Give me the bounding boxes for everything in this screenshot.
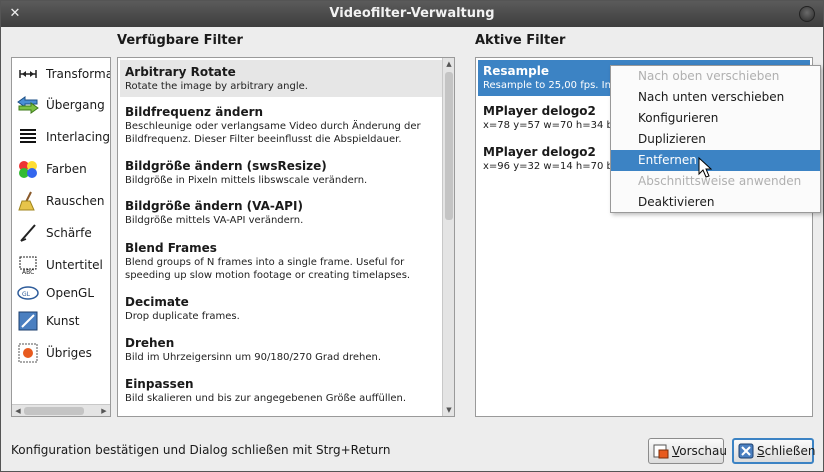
- filter-description: Blend groups of N frames into a single f…: [125, 257, 411, 281]
- category-item-opengl[interactable]: GL OpenGL: [16, 281, 94, 305]
- scroll-right-arrow-icon[interactable]: ▶: [99, 406, 109, 416]
- menu-item-deactivate[interactable]: Deaktivieren: [611, 192, 820, 213]
- scrollbar-thumb[interactable]: [445, 72, 453, 220]
- filter-name: Bildfrequenz ändern: [125, 105, 264, 119]
- category-item-sharpness[interactable]: Schärfe: [16, 221, 92, 245]
- category-label: Untertitel: [46, 258, 103, 272]
- available-filters-heading: Verfügbare Filter: [117, 33, 243, 48]
- noise-icon: [16, 190, 40, 212]
- filter-manager-window: ✕ Videofilter-Verwaltung Verfügbare Filt…: [0, 0, 824, 472]
- close-icon: [738, 443, 754, 459]
- filter-item[interactable]: Blend Frames Blend groups of N frames in…: [120, 236, 442, 286]
- scroll-left-arrow-icon[interactable]: ◀: [13, 406, 23, 416]
- menu-item-configure[interactable]: Konfigurieren: [611, 108, 820, 129]
- window-title: Videofilter-Verwaltung: [329, 6, 495, 21]
- filter-name: Arbitrary Rotate: [125, 65, 236, 79]
- window-close-button[interactable]: [799, 6, 815, 22]
- shortcut-hint: Konfiguration bestätigen und Dialog schl…: [11, 443, 391, 457]
- close-label: Schließen: [757, 444, 816, 458]
- context-menu: Nach oben verschieben Nach unten verschi…: [610, 65, 821, 213]
- category-label: Interlacing: [46, 130, 111, 144]
- filter-item[interactable]: Decimate Drop duplicate frames.: [120, 290, 442, 327]
- transform-icon: [16, 63, 40, 85]
- active-filters-heading: Aktive Filter: [475, 33, 566, 48]
- category-item-misc[interactable]: Übriges: [16, 341, 92, 365]
- category-label: Transformation: [46, 67, 111, 81]
- category-label: Farben: [46, 162, 87, 176]
- preview-button[interactable]: Vorschau: [648, 438, 727, 464]
- filter-description: Beschleunige oder verlangsame Video durc…: [125, 121, 421, 145]
- filter-name: Decimate: [125, 295, 189, 309]
- art-icon: [16, 310, 40, 332]
- preview-icon: [653, 443, 669, 459]
- category-label: Schärfe: [46, 226, 92, 240]
- interlacing-icon: [16, 126, 40, 148]
- category-item-noise[interactable]: Rauschen: [16, 189, 104, 213]
- mouse-pointer-icon: [698, 157, 712, 178]
- menu-item-apply-partial: Abschnittsweise anwenden: [638, 174, 802, 188]
- filter-description: Bildgröße mittels VA-API verändern.: [125, 215, 304, 226]
- filter-item[interactable]: Arbitrary Rotate Rotate the image by arb…: [120, 60, 442, 97]
- subtitle-icon: ABC: [16, 254, 40, 276]
- menu-item-move-down[interactable]: Nach unten verschieben: [611, 87, 820, 108]
- filter-description: Bild skalieren und bis zur angegebenen G…: [125, 393, 407, 404]
- titlebar[interactable]: ✕ Videofilter-Verwaltung: [1, 1, 823, 27]
- close-button[interactable]: Schließen: [732, 438, 816, 464]
- opengl-icon: GL: [16, 282, 40, 304]
- transition-icon: [16, 94, 40, 116]
- category-label: Übriges: [46, 346, 92, 360]
- filter-name: Einpassen: [125, 377, 194, 391]
- sharpness-icon: [16, 222, 40, 244]
- filter-name: Bildgröße ändern (VA-API): [125, 199, 303, 213]
- filter-vertical-scrollbar[interactable]: ▲ ▼: [442, 58, 454, 416]
- category-label: Kunst: [46, 314, 80, 328]
- misc-icon: [16, 342, 40, 364]
- category-list[interactable]: Transformation Übergang Interlacing Farb…: [11, 57, 111, 417]
- filter-description: Rotate the image by arbitrary angle.: [125, 81, 308, 92]
- menu-item-duplicate[interactable]: Duplizieren: [611, 129, 820, 150]
- scroll-down-arrow-icon[interactable]: ▼: [444, 405, 454, 415]
- svg-text:GL: GL: [22, 291, 31, 298]
- filter-name: Blend Frames: [125, 241, 217, 255]
- category-item-colors[interactable]: Farben: [16, 157, 87, 181]
- window-menu-icon[interactable]: ✕: [7, 6, 23, 22]
- scroll-up-arrow-icon[interactable]: ▲: [444, 59, 454, 69]
- available-filter-list[interactable]: Arbitrary Rotate Rotate the image by arb…: [117, 57, 455, 417]
- filter-item[interactable]: Bildfrequenz ändern Beschleunige oder ve…: [120, 100, 442, 150]
- filter-description: Drop duplicate frames.: [125, 311, 240, 322]
- category-label: Rauschen: [46, 194, 105, 208]
- filter-item[interactable]: Bildgröße ändern (VA-API) Bildgröße mitt…: [120, 194, 442, 231]
- filter-description: Bild im Uhrzeigersinn um 90/180/270 Grad…: [125, 352, 382, 363]
- menu-item-remove[interactable]: Entfernen: [611, 150, 820, 171]
- filter-name: Drehen: [125, 336, 175, 350]
- category-item-transition[interactable]: Übergang: [16, 93, 105, 117]
- category-item-subtitle[interactable]: ABC Untertitel: [16, 253, 103, 277]
- category-label: Übergang: [46, 98, 105, 112]
- category-label: OpenGL: [46, 286, 95, 300]
- filter-item[interactable]: Einpassen Bild skalieren und bis zur ang…: [120, 372, 442, 409]
- category-horizontal-scrollbar[interactable]: ◀ ▶: [12, 404, 110, 416]
- colors-icon: [16, 158, 40, 180]
- preview-label: Vorschau: [672, 444, 727, 458]
- filter-item[interactable]: Bildgröße ändern (swsResize) Bildgröße i…: [120, 154, 442, 191]
- menu-item-move-up: Nach oben verschieben: [638, 69, 780, 83]
- category-item-transformation[interactable]: Transformation: [16, 62, 111, 86]
- svg-text:ABC: ABC: [22, 269, 34, 275]
- scrollbar-thumb[interactable]: [24, 407, 84, 415]
- filter-name: Bildgröße ändern (swsResize): [125, 159, 327, 173]
- filter-description: Bildgröße in Pixeln mittels libswscale v…: [125, 175, 368, 186]
- filter-item[interactable]: Drehen Bild im Uhrzeigersinn um 90/180/2…: [120, 331, 442, 368]
- category-item-interlacing[interactable]: Interlacing: [16, 125, 110, 149]
- category-item-art[interactable]: Kunst: [16, 309, 79, 333]
